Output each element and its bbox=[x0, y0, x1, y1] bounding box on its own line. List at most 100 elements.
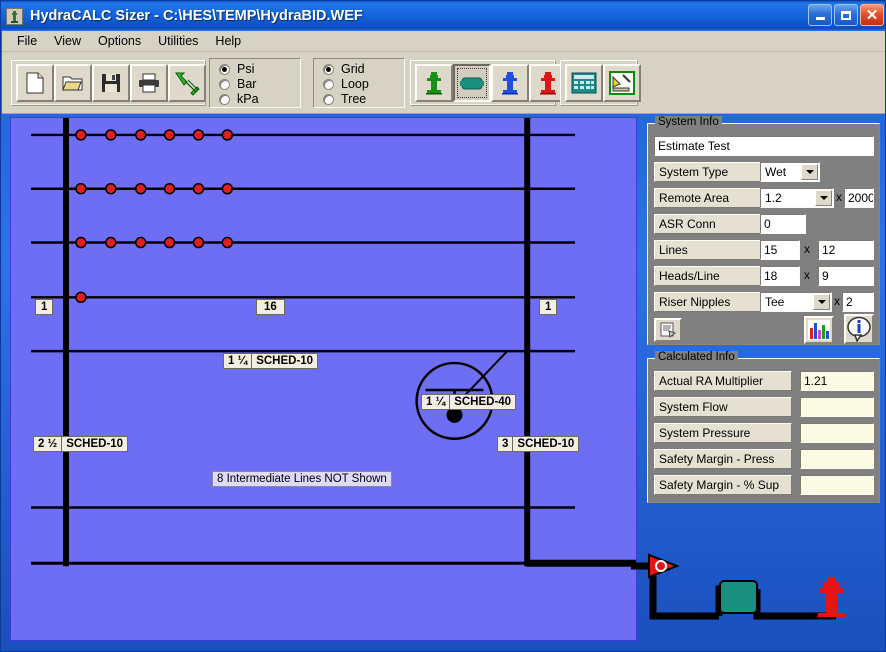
pump-graphic-icon bbox=[719, 580, 758, 614]
radio-tree[interactable]: Tree bbox=[323, 92, 404, 106]
lines-mult-label: x bbox=[804, 242, 810, 256]
system-type-select[interactable]: Wet bbox=[760, 162, 820, 182]
sizer-wizard-button[interactable] bbox=[168, 64, 206, 102]
pump-button[interactable] bbox=[453, 64, 491, 102]
chevron-down-icon[interactable] bbox=[815, 190, 832, 206]
component-button-group bbox=[410, 60, 567, 106]
system-flow-label: System Flow bbox=[654, 397, 792, 417]
heads-per-line-input[interactable]: 18 bbox=[760, 266, 800, 286]
radio-psi[interactable]: Psi bbox=[219, 62, 300, 76]
system-pressure-label: System Pressure bbox=[654, 423, 792, 443]
cross-main-size-value: 1 ¼ bbox=[228, 355, 248, 367]
asr-conn-input[interactable]: 0 bbox=[760, 214, 806, 234]
safety-margin-sup-label: Safety Margin - % Sup bbox=[654, 475, 792, 495]
label-left-riser-size: 2 ½ SCHED-10 bbox=[33, 436, 129, 452]
report-button[interactable] bbox=[654, 318, 682, 342]
radio-bar-label: Bar bbox=[237, 77, 257, 91]
calculated-info-title: Calculated Info bbox=[655, 351, 738, 363]
lines-label: Lines bbox=[654, 240, 764, 260]
riser-nipples-select[interactable]: Tee bbox=[760, 292, 832, 312]
diagram-svg bbox=[31, 118, 636, 567]
heads-mult-input[interactable]: 9 bbox=[818, 266, 874, 286]
radio-kpa-label: kPa bbox=[237, 92, 259, 106]
menu-bar: File View Options Utilities Help bbox=[2, 31, 885, 52]
menu-item-file[interactable]: File bbox=[9, 32, 46, 50]
title-bar[interactable]: HydraCALC Sizer - C:\HES\TEMP\HydraBID.W… bbox=[1, 1, 885, 31]
blue-hydrant-icon bbox=[502, 72, 518, 95]
minimize-icon bbox=[815, 17, 825, 20]
water-supply-graphic bbox=[631, 553, 845, 620]
menu-item-utilities[interactable]: Utilities bbox=[150, 32, 207, 50]
save-file-button[interactable] bbox=[92, 64, 130, 102]
chevron-down-icon[interactable] bbox=[813, 294, 830, 310]
heads-mult-label: x bbox=[804, 268, 810, 282]
hammer-ruler-icon bbox=[609, 71, 635, 95]
window-title: HydraCALC Sizer - C:\HES\TEMP\HydraBID.W… bbox=[30, 8, 363, 24]
file-button-group bbox=[11, 60, 206, 106]
info-button[interactable] bbox=[844, 314, 874, 344]
cross-main-schedule: SCHED-10 bbox=[251, 354, 317, 368]
radio-loop-label: Loop bbox=[341, 77, 369, 91]
label-right-riser-size: 3 SCHED-10 bbox=[497, 436, 580, 452]
print-button[interactable] bbox=[130, 64, 168, 102]
menu-item-view[interactable]: View bbox=[46, 32, 90, 50]
radio-tree-dot bbox=[323, 93, 334, 105]
design-tools-button[interactable] bbox=[603, 64, 641, 102]
menu-item-options[interactable]: Options bbox=[90, 32, 150, 50]
new-file-button[interactable] bbox=[16, 64, 54, 102]
maximize-button[interactable] bbox=[834, 4, 858, 26]
report-page-icon bbox=[660, 322, 676, 338]
remote-area-value: 1.2 bbox=[765, 191, 782, 205]
flow-marker-icon bbox=[648, 553, 680, 579]
radio-grid-label: Grid bbox=[341, 62, 365, 76]
new-document-icon bbox=[26, 72, 44, 94]
app-icon bbox=[6, 7, 23, 25]
sprinkler-heads bbox=[75, 129, 234, 304]
label-main-line-count: 16 bbox=[256, 299, 285, 315]
lines-input[interactable]: 15 bbox=[760, 240, 800, 260]
system-diagram[interactable]: 1 16 1 1 ¼ SCHED-10 1 ¼ SCHED-40 2 ½ SCH… bbox=[10, 117, 637, 641]
graph-button[interactable] bbox=[804, 316, 834, 344]
riser-nipples-label: Riser Nipples bbox=[654, 292, 764, 312]
radio-bar-dot bbox=[219, 78, 230, 90]
callout-size-value: 1 ¼ bbox=[426, 396, 446, 408]
system-info-panel: System Info Estimate Test System Type We… bbox=[647, 116, 880, 345]
radio-kpa[interactable]: kPa bbox=[219, 92, 300, 106]
right-riser-size-value: 3 bbox=[502, 438, 509, 450]
label-hidden-lines-note: 8 Intermediate Lines NOT Shown bbox=[212, 471, 392, 487]
tool-button-group bbox=[560, 60, 641, 106]
label-right-branch-count: 1 bbox=[539, 299, 558, 315]
radio-bar[interactable]: Bar bbox=[219, 77, 300, 91]
close-button[interactable]: ✕ bbox=[860, 4, 884, 26]
asr-conn-label: ASR Conn bbox=[654, 214, 764, 234]
radio-loop[interactable]: Loop bbox=[323, 77, 404, 91]
open-file-button[interactable] bbox=[54, 64, 92, 102]
remote-area-mult-label: x bbox=[836, 190, 842, 204]
radio-grid[interactable]: Grid bbox=[323, 62, 404, 76]
actual-ra-multiplier-value: 1.21 bbox=[800, 371, 874, 391]
blue-hydrant-button[interactable] bbox=[491, 64, 529, 102]
chevron-down-icon[interactable] bbox=[801, 164, 818, 180]
printer-icon bbox=[139, 73, 159, 93]
system-pressure-value bbox=[800, 423, 874, 443]
remote-area-select[interactable]: 1.2 bbox=[760, 188, 834, 208]
riser-mult-input[interactable]: 2 bbox=[842, 292, 874, 312]
hydrant-graphic-icon bbox=[818, 577, 845, 617]
units-radio-group: Psi Bar kPa bbox=[209, 58, 301, 108]
lines-mult-input[interactable]: 12 bbox=[818, 240, 874, 260]
project-name-input[interactable]: Estimate Test bbox=[654, 136, 874, 156]
green-hydrant-button[interactable] bbox=[415, 64, 453, 102]
safety-margin-sup-value bbox=[800, 475, 874, 495]
minimize-button[interactable] bbox=[808, 4, 832, 26]
system-info-title: System Info bbox=[655, 116, 722, 128]
radio-psi-dot bbox=[219, 63, 230, 75]
toolbar: Psi Bar kPa Grid Loop Tree bbox=[2, 52, 885, 114]
riser-mult-label: x bbox=[834, 294, 840, 308]
system-type-label: System Type bbox=[654, 162, 764, 182]
remote-area-mult-input[interactable]: 2000 bbox=[844, 188, 874, 208]
calculator-button[interactable] bbox=[565, 64, 603, 102]
system-flow-value bbox=[800, 397, 874, 417]
menu-item-help[interactable]: Help bbox=[207, 32, 250, 50]
remote-area-label: Remote Area bbox=[654, 188, 764, 208]
open-folder-icon bbox=[62, 76, 83, 91]
